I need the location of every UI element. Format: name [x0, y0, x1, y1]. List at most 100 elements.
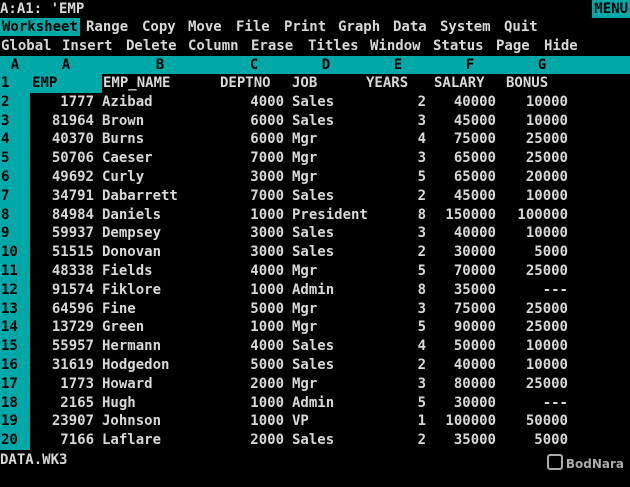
cell-a3[interactable]: 81964: [30, 112, 94, 131]
column-header-b[interactable]: B: [102, 56, 218, 74]
row-number[interactable]: 15: [0, 337, 30, 356]
cell-e8[interactable]: 8: [362, 206, 426, 225]
cell-e1[interactable]: YEARS: [366, 74, 430, 93]
cell-c4[interactable]: 6000: [218, 130, 284, 149]
cell-g10[interactable]: 5000: [506, 243, 568, 262]
cell-f17[interactable]: 80000: [434, 375, 496, 394]
row-number[interactable]: 10: [0, 243, 30, 262]
column-header-a[interactable]: A: [30, 56, 102, 74]
cell-g16[interactable]: 10000: [506, 356, 568, 375]
row-number[interactable]: 18: [0, 393, 30, 413]
cell-b11[interactable]: Fields: [102, 262, 222, 281]
row-number[interactable]: 7: [0, 186, 30, 206]
cell-e18[interactable]: 5: [362, 394, 426, 413]
cell-c2[interactable]: 4000: [218, 93, 284, 112]
cell-g1[interactable]: BONUS: [506, 74, 570, 93]
cell-c1[interactable]: DEPTNO: [220, 74, 280, 93]
menu-sub-page[interactable]: Page: [496, 37, 530, 55]
menu-sub-titles[interactable]: Titles: [308, 37, 359, 55]
row-number[interactable]: 3: [0, 111, 30, 131]
cell-e5[interactable]: 3: [362, 149, 426, 168]
cell-c10[interactable]: 3000: [218, 243, 284, 262]
menu-main-quit[interactable]: Quit: [504, 18, 538, 36]
cell-c6[interactable]: 3000: [218, 168, 284, 187]
cell-b1[interactable]: EMP_NAME: [103, 74, 213, 93]
cell-c14[interactable]: 1000: [218, 318, 284, 337]
menu-main-range[interactable]: Range: [86, 18, 128, 36]
cell-a2[interactable]: 1777: [30, 93, 94, 112]
cell-f4[interactable]: 75000: [434, 130, 496, 149]
cell-a14[interactable]: 13729: [30, 318, 94, 337]
cell-b9[interactable]: Dempsey: [102, 224, 222, 243]
cell-f20[interactable]: 35000: [434, 431, 496, 450]
menu-main-system[interactable]: System: [440, 18, 491, 36]
column-header-g[interactable]: G: [506, 56, 578, 74]
cell-b10[interactable]: Donovan: [102, 243, 222, 262]
cell-b20[interactable]: Laflare: [102, 431, 222, 450]
cell-f6[interactable]: 65000: [434, 168, 496, 187]
cell-g17[interactable]: 25000: [506, 375, 568, 394]
cell-g13[interactable]: 25000: [506, 300, 568, 319]
column-header-c[interactable]: C: [218, 56, 290, 74]
cell-g4[interactable]: 25000: [506, 130, 568, 149]
cell-c18[interactable]: 1000: [218, 394, 284, 413]
cell-a18[interactable]: 2165: [30, 394, 94, 413]
cell-a7[interactable]: 34791: [30, 187, 94, 206]
menu-sub-window[interactable]: Window: [370, 37, 421, 55]
cell-c12[interactable]: 1000: [218, 281, 284, 300]
row-number[interactable]: 12: [0, 280, 30, 300]
cell-g19[interactable]: 50000: [506, 412, 568, 431]
menu-main-graph[interactable]: Graph: [338, 18, 380, 36]
cell-e9[interactable]: 3: [362, 224, 426, 243]
cell-b16[interactable]: Hodgedon: [102, 356, 222, 375]
cell-b5[interactable]: Caeser: [102, 149, 222, 168]
menu-main-copy[interactable]: Copy: [142, 18, 176, 36]
cell-c13[interactable]: 5000: [218, 300, 284, 319]
cell-g2[interactable]: 10000: [506, 93, 568, 112]
row-number[interactable]: 1: [0, 74, 30, 93]
row-number[interactable]: 14: [0, 318, 30, 338]
cell-e20[interactable]: 2: [362, 431, 426, 450]
cell-f16[interactable]: 40000: [434, 356, 496, 375]
cell-b4[interactable]: Burns: [102, 130, 222, 149]
cell-f12[interactable]: 35000: [434, 281, 496, 300]
cell-g3[interactable]: 10000: [506, 112, 568, 131]
cell-f15[interactable]: 50000: [434, 337, 496, 356]
menu-sub-delete[interactable]: Delete: [126, 37, 177, 55]
cell-e13[interactable]: 3: [362, 300, 426, 319]
cell-c19[interactable]: 1000: [218, 412, 284, 431]
cell-a8[interactable]: 84984: [30, 206, 94, 225]
cell-a17[interactable]: 1773: [30, 375, 94, 394]
cell-f5[interactable]: 65000: [434, 149, 496, 168]
cell-a9[interactable]: 59937: [30, 224, 94, 243]
cell-e14[interactable]: 5: [362, 318, 426, 337]
column-header-e[interactable]: E: [362, 56, 434, 74]
menu-sub-hide[interactable]: Hide: [544, 37, 578, 55]
cell-a15[interactable]: 55957: [30, 337, 94, 356]
menu-main-file[interactable]: File: [236, 18, 270, 36]
row-number[interactable]: 13: [0, 299, 30, 319]
cell-f7[interactable]: 45000: [434, 187, 496, 206]
cell-f10[interactable]: 30000: [434, 243, 496, 262]
cell-b7[interactable]: Dabarrett: [102, 187, 222, 206]
cell-e11[interactable]: 5: [362, 262, 426, 281]
cell-b17[interactable]: Howard: [102, 375, 222, 394]
menu-main-print[interactable]: Print: [284, 18, 326, 36]
cell-c7[interactable]: 7000: [218, 187, 284, 206]
cell-g5[interactable]: 25000: [506, 149, 568, 168]
cell-f13[interactable]: 75000: [434, 300, 496, 319]
row-number[interactable]: 19: [0, 412, 30, 432]
menu-main-move[interactable]: Move: [188, 18, 222, 36]
cell-b14[interactable]: Green: [102, 318, 222, 337]
column-header-d[interactable]: D: [290, 56, 362, 74]
cell-a6[interactable]: 49692: [30, 168, 94, 187]
row-number[interactable]: 17: [0, 374, 30, 394]
cell-a11[interactable]: 48338: [30, 262, 94, 281]
cell-c20[interactable]: 2000: [218, 431, 284, 450]
cell-c11[interactable]: 4000: [218, 262, 284, 281]
cell-f19[interactable]: 100000: [434, 412, 496, 431]
cell-c9[interactable]: 3000: [218, 224, 284, 243]
cell-b2[interactable]: Azibad: [102, 93, 222, 112]
cell-g12[interactable]: ---: [506, 281, 568, 300]
cell-g7[interactable]: 10000: [506, 187, 568, 206]
